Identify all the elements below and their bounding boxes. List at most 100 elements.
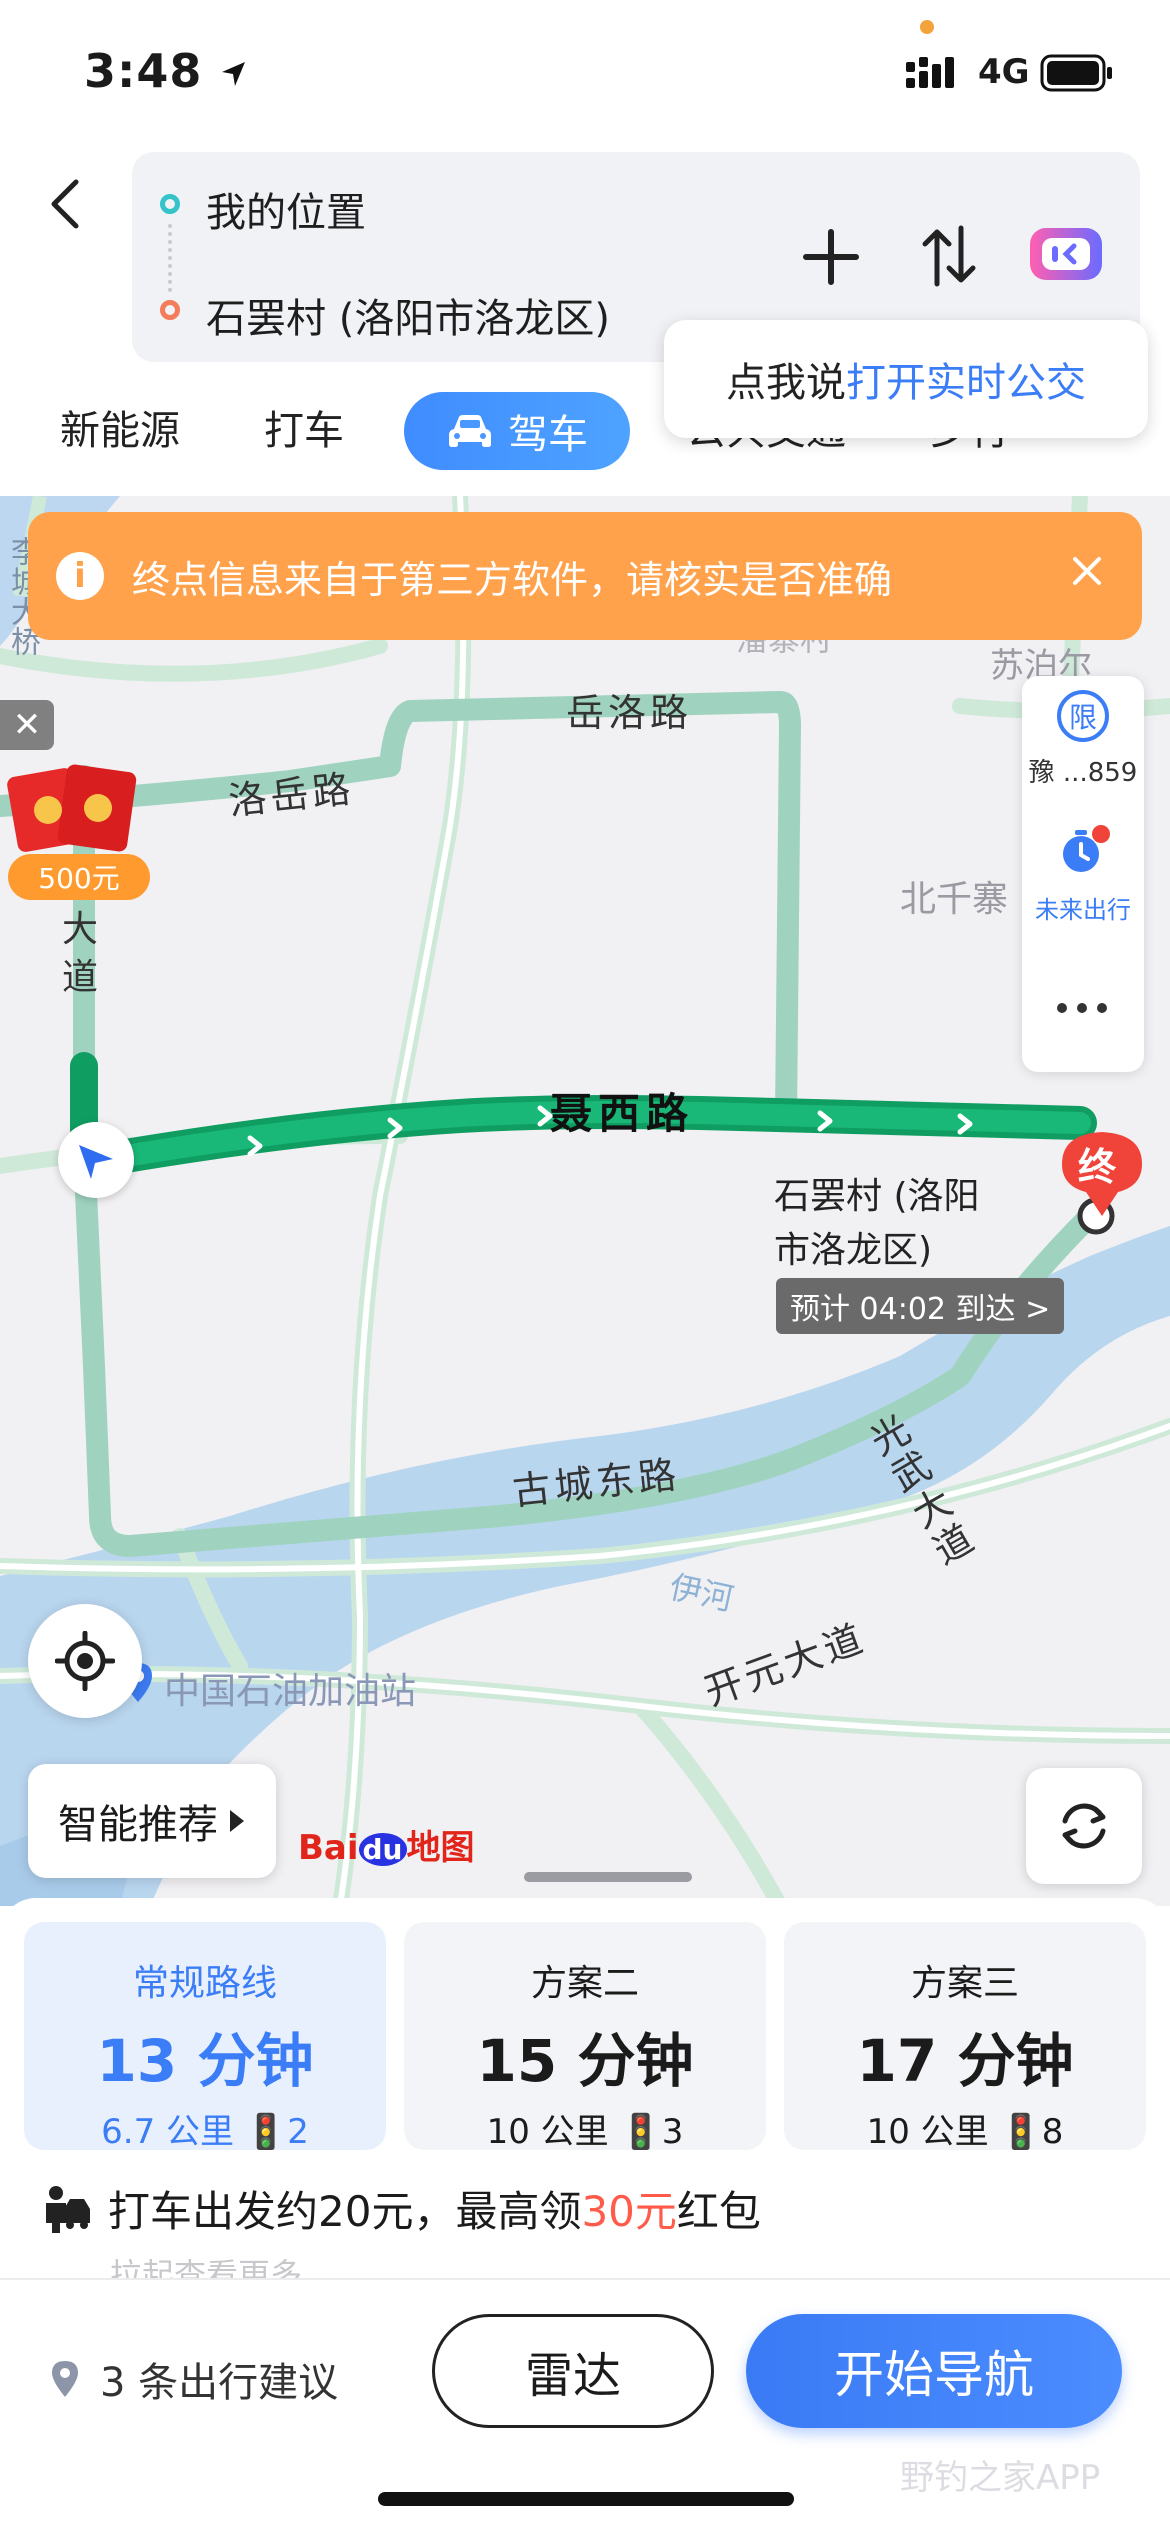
signal-icon (906, 56, 966, 94)
destination-field[interactable]: 石罢村 (洛阳市洛龙区) (206, 286, 610, 344)
play-triangle-icon (230, 1810, 244, 1832)
destination-callout[interactable]: 石罢村 (洛阳 市洛龙区) (774, 1170, 980, 1278)
location-arrow-icon (222, 62, 246, 86)
start-navigation-button[interactable]: 开始导航 (746, 2314, 1122, 2428)
warning-text: 终点信息来自于第三方软件，请核实是否准确 (132, 557, 893, 602)
navigation-arrow-icon (79, 1145, 113, 1179)
plate-number: 豫 ...859 (1028, 758, 1138, 788)
route-option-time: 15 分钟 (476, 2027, 694, 2095)
location-pin-icon (52, 2361, 78, 2397)
taxi-passenger-icon (46, 2185, 90, 2233)
route-option-distance-value: 10 公里 (486, 2112, 609, 2152)
add-waypoint-button[interactable] (800, 226, 862, 292)
more-options-button[interactable] (1054, 998, 1110, 1022)
swap-icon (922, 225, 976, 287)
route-option-time: 17 分钟 (856, 2027, 1074, 2095)
plus-icon (803, 229, 859, 285)
crosshair-icon (55, 1631, 115, 1691)
watermark: 野钓之家APP (900, 2458, 1101, 2498)
voice-tip-highlight: 打开实时公交 (846, 360, 1086, 406)
route-option-distance: 6.7 公里 🚦2 (24, 2104, 386, 2153)
assistant-icon (1030, 228, 1102, 280)
route-option-distance: 10 公里 🚦3 (404, 2104, 766, 2153)
destination-dot (160, 300, 180, 320)
route-option-name: 常规路线 (132, 1963, 277, 2004)
route-option-card-2[interactable]: 方案二 15 分钟 10 公里 🚦3 (404, 1922, 766, 2153)
timer-icon (1063, 825, 1110, 872)
home-indicator[interactable] (378, 2492, 794, 2506)
baidu-logo-du: du (358, 1833, 407, 1866)
traffic-light-icon: 🚦 (619, 2112, 662, 2152)
tab-new-energy[interactable]: 新能源 (60, 398, 180, 456)
refresh-route-button[interactable] (1026, 1768, 1142, 1884)
destination-marker-label: 终 (1078, 1145, 1117, 1189)
traffic-light-icon: 🚦 (244, 2112, 288, 2152)
baidu-logo-bai: Bai (298, 1828, 359, 1868)
taxi-promo-suffix: 红包 (676, 2187, 761, 2236)
swap-route-button[interactable] (920, 224, 978, 292)
destination-callout-line2: 市洛龙区) (774, 1230, 933, 1271)
close-icon (1073, 557, 1101, 585)
chevron-left-icon (51, 179, 79, 229)
refresh-icon (1062, 1803, 1106, 1849)
back-button[interactable] (44, 176, 86, 236)
close-red-packet-button[interactable]: ✕ (0, 700, 54, 750)
taxi-promo-amount: 30元 (581, 2187, 677, 2236)
traffic-light-icon: 🚦 (999, 2112, 1042, 2152)
status-time: 3:48 (84, 44, 249, 98)
route-option-card-3[interactable]: 方案三 17 分钟 10 公里 🚦8 (784, 1922, 1146, 2153)
third-party-warning-banner: i 终点信息来自于第三方软件，请核实是否准确 (28, 512, 1142, 640)
road-label-yueluo: 岳洛路 (566, 691, 693, 735)
road-label-dao: 道 (62, 957, 99, 998)
route-option-name: 方案三 (910, 1963, 1019, 2004)
radar-button[interactable]: 雷达 (432, 2314, 714, 2428)
route-option-time: 13 分钟 (96, 2027, 314, 2095)
route-connector (168, 224, 172, 292)
route-option-distance: 10 公里 🚦8 (784, 2104, 1146, 2153)
pull-up-hint: 拉起查看更多 (110, 2256, 303, 2278)
smart-recommend-button[interactable]: 智能推荐 (28, 1764, 276, 1878)
route-option-card-1[interactable]: 常规路线 13 分钟 6.7 公里 🚦2 (24, 1922, 386, 2153)
network-type: 4G (978, 52, 1030, 92)
voice-tip-prefix: 点我说 (726, 360, 846, 406)
plate-limit-button[interactable]: 限 豫 ...859 (1022, 690, 1144, 789)
tab-drive[interactable]: 驾车 (404, 392, 630, 470)
origin-dot (160, 194, 180, 214)
info-icon: i (56, 552, 104, 600)
tab-taxi[interactable]: 打车 (264, 398, 344, 456)
eta-badge[interactable]: 预计 04:02 到达 > (776, 1278, 1065, 1334)
voice-assistant-button[interactable] (1028, 224, 1104, 288)
route-option-lights: 3 (661, 2112, 684, 2152)
route-option-distance-value: 6.7 公里 (101, 2112, 235, 2152)
trip-suggestions-label: 3 条出行建议 (100, 2360, 339, 2406)
gas-station-label[interactable]: 中国石油加油站 (164, 1662, 416, 1714)
map-view[interactable]: 岳洛路 洛岳路 聂西路 古城东路 光武大道 开元大道 伊河 北千寨 苏泊尔 潘寨… (0, 496, 1170, 1906)
red-packet-icon[interactable] (6, 760, 146, 856)
battery-icon (1040, 54, 1114, 96)
red-packet-amount[interactable]: 500元 (8, 854, 150, 900)
route-option-distance-value: 10 公里 (866, 2112, 989, 2152)
route-option-lights: 2 (287, 2112, 309, 2152)
sheet-drag-handle[interactable] (524, 1872, 692, 1882)
future-trip-button[interactable]: 未来出行 (1022, 824, 1144, 925)
trip-suggestions[interactable]: 3 条出行建议 (50, 2350, 338, 2408)
limit-icon: 限 (1057, 690, 1109, 742)
destination-callout-line1: 石罢村 (洛阳 (774, 1176, 980, 1217)
taxi-promo-prefix: 打车出发约20元，最高领 (108, 2187, 582, 2236)
more-dots-icon (1057, 1003, 1107, 1013)
tab-drive-label: 驾车 (508, 412, 588, 458)
taxi-promo[interactable]: 打车出发约20元，最高领30元红包 (40, 2178, 761, 2239)
smart-recommend-label: 智能推荐 (58, 1802, 218, 1848)
origin-field[interactable]: 我的位置 (206, 180, 366, 238)
place-label-beiqianzhai: 北千寨 (900, 879, 1009, 920)
road-label-niexi: 聂西路 (550, 1089, 695, 1138)
road-label-da: 大 (62, 909, 99, 950)
future-trip-label: 未来出行 (1035, 896, 1131, 924)
current-location-marker (58, 1122, 134, 1198)
route-option-name: 方案二 (530, 1963, 639, 2004)
close-banner-button[interactable] (1070, 554, 1104, 592)
locate-me-button[interactable] (28, 1604, 142, 1718)
recording-indicator (920, 20, 934, 34)
car-icon (449, 415, 491, 447)
voice-tip-bubble[interactable]: 点我说 打开实时公交 (664, 320, 1148, 438)
